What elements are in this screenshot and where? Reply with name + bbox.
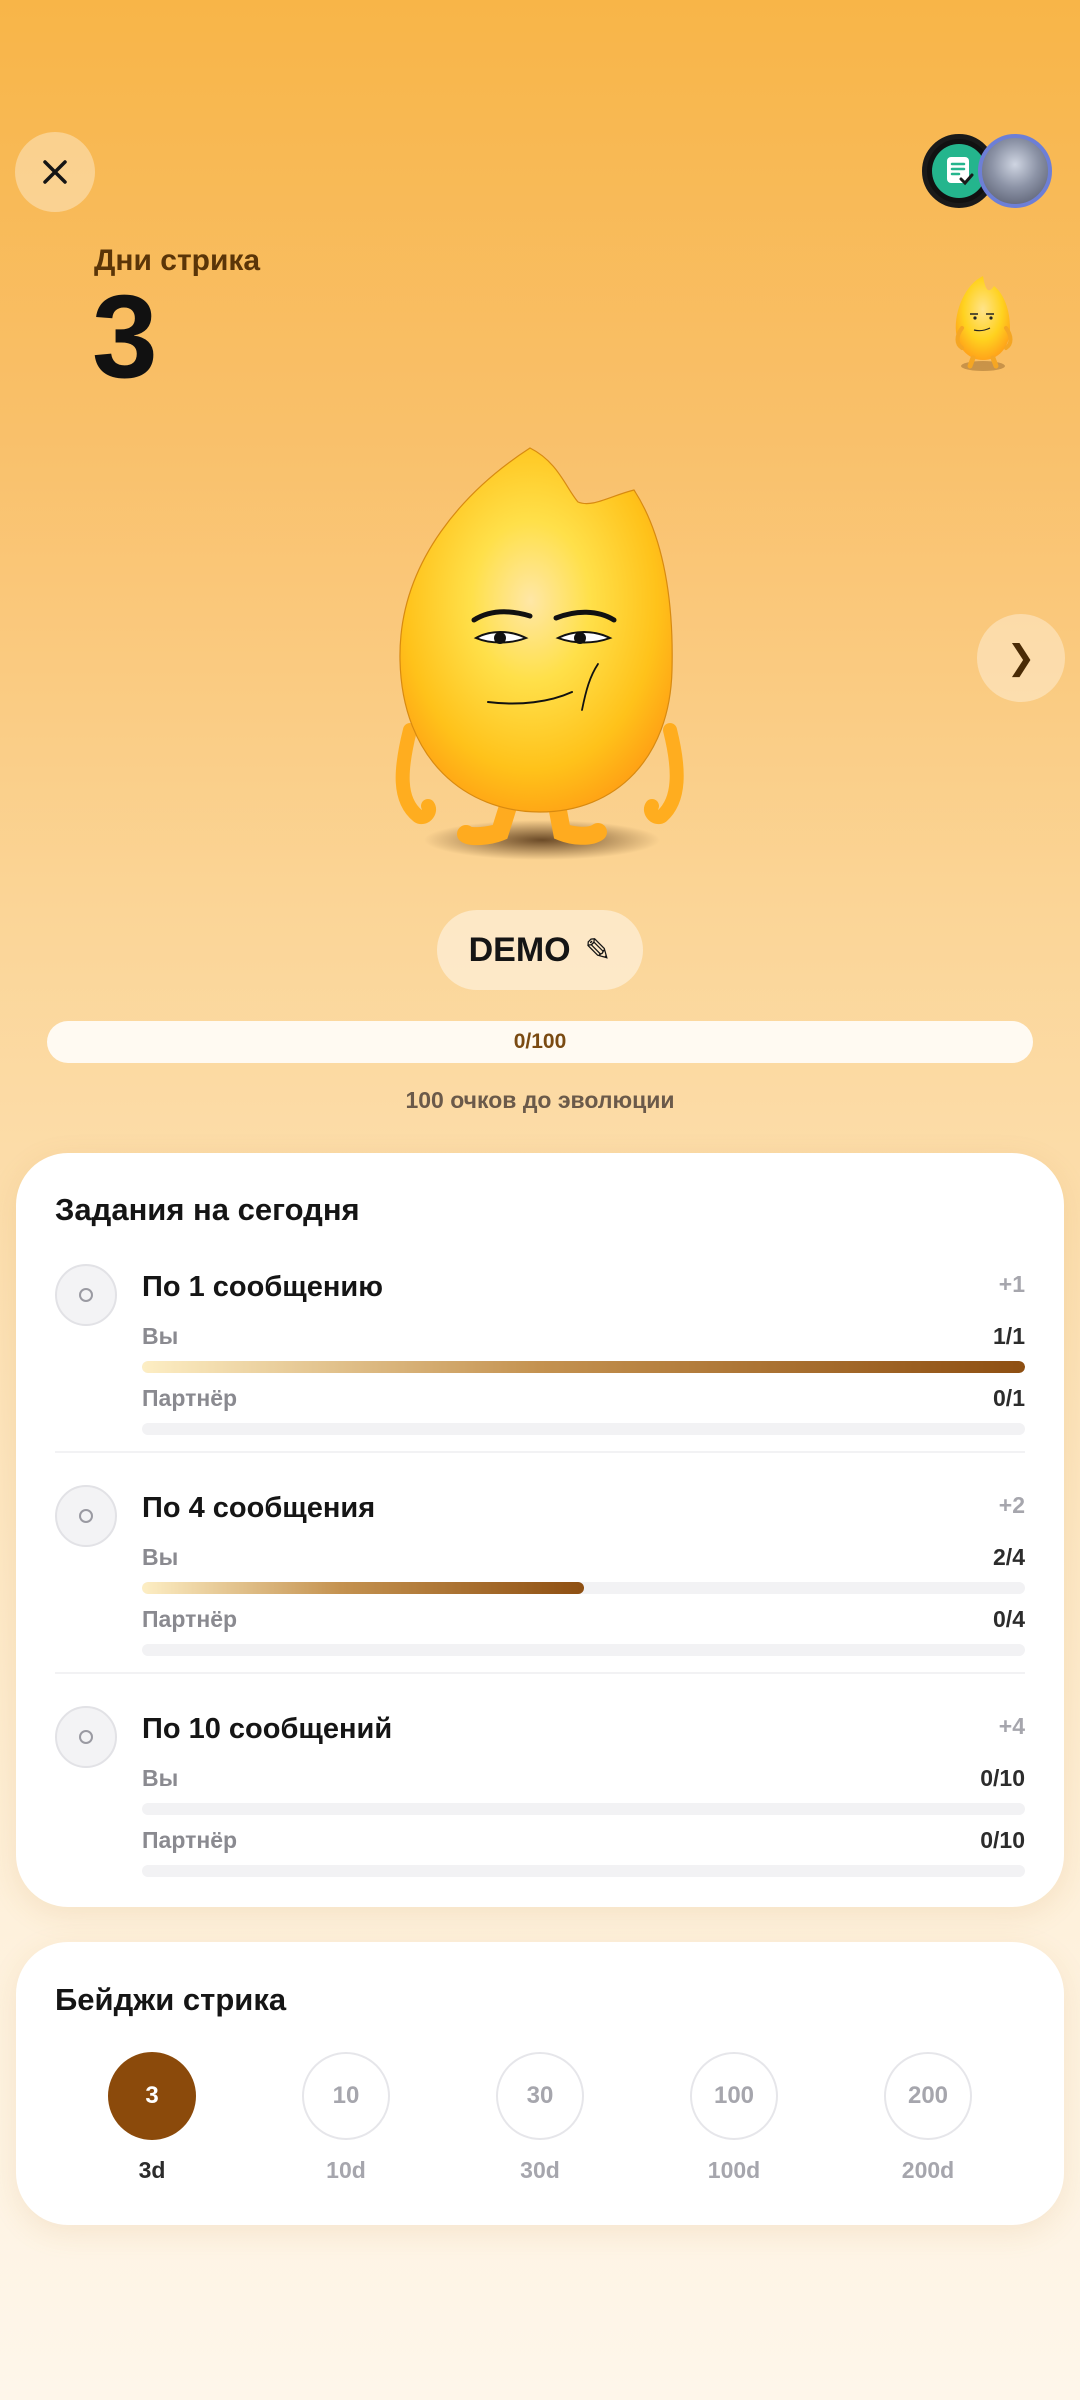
evolution-progress-text: 0/100 bbox=[513, 1030, 567, 1053]
partner-value: 0/10 bbox=[980, 1827, 1025, 1853]
partner-label: Партнёр bbox=[142, 1385, 238, 1411]
task-points: +1 bbox=[998, 1271, 1025, 1297]
daily-tasks-card: Задания на сегодня По 1 сообщению +1 Вы … bbox=[16, 1153, 1064, 1907]
task-item[interactable]: По 4 сообщения +2 Вы 2/4 Партнёр 0/4 bbox=[55, 1482, 1025, 1682]
badge-200d[interactable]: 200 200d bbox=[883, 2052, 973, 2184]
you-value: 0/10 bbox=[980, 1765, 1025, 1791]
badge-10d[interactable]: 10 10d bbox=[301, 2052, 391, 2184]
you-progress-bar bbox=[142, 1361, 1025, 1373]
close-icon bbox=[43, 160, 67, 184]
you-label: Вы bbox=[142, 1544, 179, 1570]
evolution-hint: 100 очков до эволюции bbox=[405, 1087, 675, 1113]
streak-badges-card: Бейджи стрика 3 3d 10 10d 30 30d 100 100… bbox=[16, 1942, 1064, 2225]
mini-mascot-icon[interactable] bbox=[946, 270, 1020, 374]
badge-30d[interactable]: 30 30d bbox=[495, 2052, 585, 2184]
badge-circle: 200 bbox=[884, 2052, 972, 2140]
partner-label: Партнёр bbox=[142, 1606, 238, 1632]
badge-100d[interactable]: 100 100d bbox=[689, 2052, 779, 2184]
badge-label: 3d bbox=[138, 2157, 166, 2183]
badges-title: Бейджи стрика bbox=[55, 1982, 287, 2017]
circle-check-icon[interactable] bbox=[55, 1264, 117, 1326]
partner-progress-bar bbox=[142, 1423, 1025, 1435]
pet-name-button[interactable]: DEMO ✎ bbox=[437, 910, 643, 990]
task-item[interactable]: По 10 сообщений +4 Вы 0/10 Партнёр 0/10 bbox=[55, 1703, 1025, 1903]
pencil-icon: ✎ bbox=[584, 932, 612, 968]
you-progress-fill bbox=[142, 1361, 1025, 1373]
close-button[interactable] bbox=[15, 132, 95, 212]
badge-circle: 100 bbox=[690, 2052, 778, 2140]
you-label: Вы bbox=[142, 1323, 179, 1349]
divider bbox=[55, 1672, 1025, 1674]
evolution-progress-bar: 0/100 bbox=[47, 1021, 1033, 1063]
tasks-title: Задания на сегодня bbox=[55, 1192, 360, 1227]
partner-value: 0/4 bbox=[993, 1606, 1025, 1632]
partner-progress-bar bbox=[142, 1644, 1025, 1656]
partner-progress-bar bbox=[142, 1865, 1025, 1877]
you-progress-bar bbox=[142, 1803, 1025, 1815]
partner-label: Партнёр bbox=[142, 1827, 238, 1853]
badge-label: 10d bbox=[326, 2157, 366, 2183]
chevron-right-icon: ❯ bbox=[1006, 639, 1036, 677]
badge-circle: 30 bbox=[496, 2052, 584, 2140]
participants-avatars[interactable] bbox=[922, 134, 1064, 208]
pet-name: DEMO bbox=[468, 930, 571, 969]
you-value: 2/4 bbox=[993, 1544, 1025, 1570]
task-title: По 4 сообщения bbox=[142, 1492, 376, 1524]
task-points: +4 bbox=[998, 1713, 1025, 1739]
task-title: По 10 сообщений bbox=[142, 1713, 393, 1745]
badge-label: 200d bbox=[901, 2157, 955, 2183]
circle-check-icon[interactable] bbox=[55, 1485, 117, 1547]
badge-label: 100d bbox=[707, 2157, 761, 2183]
partner-value: 0/1 bbox=[993, 1385, 1025, 1411]
badge-circle: 10 bbox=[302, 2052, 390, 2140]
task-item[interactable]: По 1 сообщению +1 Вы 1/1 Партнёр 0/1 bbox=[55, 1261, 1025, 1461]
you-progress-bar bbox=[142, 1582, 1025, 1594]
task-title: По 1 сообщению bbox=[142, 1271, 383, 1303]
divider bbox=[55, 1451, 1025, 1453]
note-icon bbox=[947, 157, 974, 186]
you-progress-fill bbox=[142, 1582, 584, 1594]
streak-count: 3 bbox=[92, 271, 158, 403]
you-label: Вы bbox=[142, 1765, 179, 1791]
badge-label: 30d bbox=[520, 2157, 560, 2183]
pet-mascot[interactable] bbox=[380, 440, 700, 870]
partner-avatar[interactable] bbox=[978, 134, 1052, 208]
next-pet-button[interactable]: ❯ bbox=[977, 614, 1065, 702]
badge-circle: 3 bbox=[108, 2052, 196, 2140]
you-value: 1/1 bbox=[993, 1323, 1025, 1349]
task-points: +2 bbox=[998, 1492, 1025, 1518]
circle-check-icon[interactable] bbox=[55, 1706, 117, 1768]
badge-3d[interactable]: 3 3d bbox=[107, 2052, 197, 2184]
